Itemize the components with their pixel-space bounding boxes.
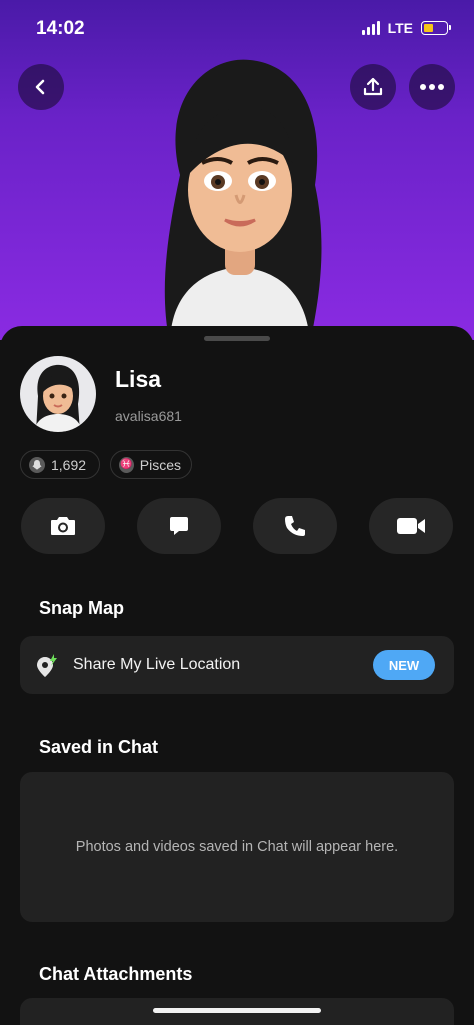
video-call-button[interactable] bbox=[369, 498, 453, 554]
bitmoji-avatar-small bbox=[34, 364, 82, 432]
bitmoji-avatar-large bbox=[164, 59, 322, 340]
location-pin-icon bbox=[37, 654, 57, 677]
share-location-label: Share My Live Location bbox=[73, 656, 241, 673]
voice-call-button[interactable] bbox=[253, 498, 337, 554]
battery-icon bbox=[421, 21, 451, 35]
chat-button[interactable] bbox=[137, 498, 221, 554]
snap-map-heading: Snap Map bbox=[39, 598, 125, 618]
share-profile-button[interactable] bbox=[350, 64, 396, 110]
ghost-icon bbox=[29, 456, 45, 473]
more-options-button[interactable] bbox=[409, 64, 455, 110]
profile-hero: 14:02 LTE bbox=[0, 0, 474, 340]
share-live-location-row[interactable]: Share My Live Location NEW bbox=[20, 636, 454, 694]
signal-icon bbox=[361, 21, 380, 35]
home-indicator[interactable] bbox=[153, 1008, 321, 1013]
saved-in-chat-heading: Saved in Chat bbox=[39, 737, 159, 757]
snap-score-chip[interactable]: 1,692 bbox=[20, 450, 100, 479]
new-badge: NEW bbox=[373, 650, 435, 680]
chat-icon bbox=[170, 517, 188, 535]
pisces-icon: ♓ bbox=[119, 456, 134, 473]
zodiac-label: Pisces bbox=[139, 456, 181, 473]
back-button[interactable] bbox=[18, 64, 64, 110]
chat-attachments-heading: Chat Attachments bbox=[39, 964, 193, 984]
status-bar: 14:02 LTE bbox=[0, 0, 474, 60]
chevron-left-icon bbox=[35, 79, 45, 95]
profile-sheet: Lisa avalisa681 1,692 ♓ Pisces Snap Map … bbox=[0, 326, 474, 1025]
status-indicators: LTE bbox=[361, 20, 451, 36]
upload-icon bbox=[363, 77, 383, 96]
ellipsis-icon bbox=[420, 84, 444, 90]
status-time: 14:02 bbox=[36, 18, 85, 39]
zodiac-chip[interactable]: ♓ Pisces bbox=[110, 450, 192, 479]
saved-in-chat-card: Photos and videos saved in Chat will app… bbox=[20, 772, 454, 922]
camera-button[interactable] bbox=[21, 498, 105, 554]
sheet-grabber[interactable] bbox=[204, 336, 270, 341]
snap-score-value: 1,692 bbox=[51, 456, 87, 473]
display-name: Lisa bbox=[115, 366, 162, 392]
phone-icon bbox=[285, 516, 305, 536]
avatar[interactable] bbox=[20, 356, 96, 432]
video-icon bbox=[397, 518, 425, 534]
username: avalisa681 bbox=[115, 408, 182, 424]
network-label: LTE bbox=[387, 20, 413, 36]
camera-icon bbox=[51, 517, 75, 535]
saved-empty-message: Photos and videos saved in Chat will app… bbox=[75, 839, 399, 855]
